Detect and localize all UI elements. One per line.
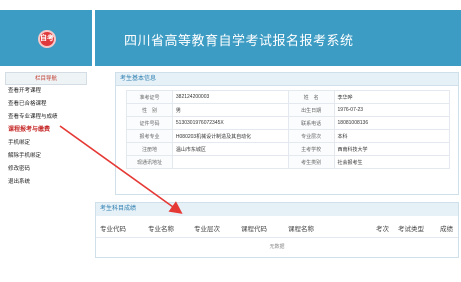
red-arrow-annotation (59, 125, 183, 214)
arrow-line (59, 125, 183, 214)
